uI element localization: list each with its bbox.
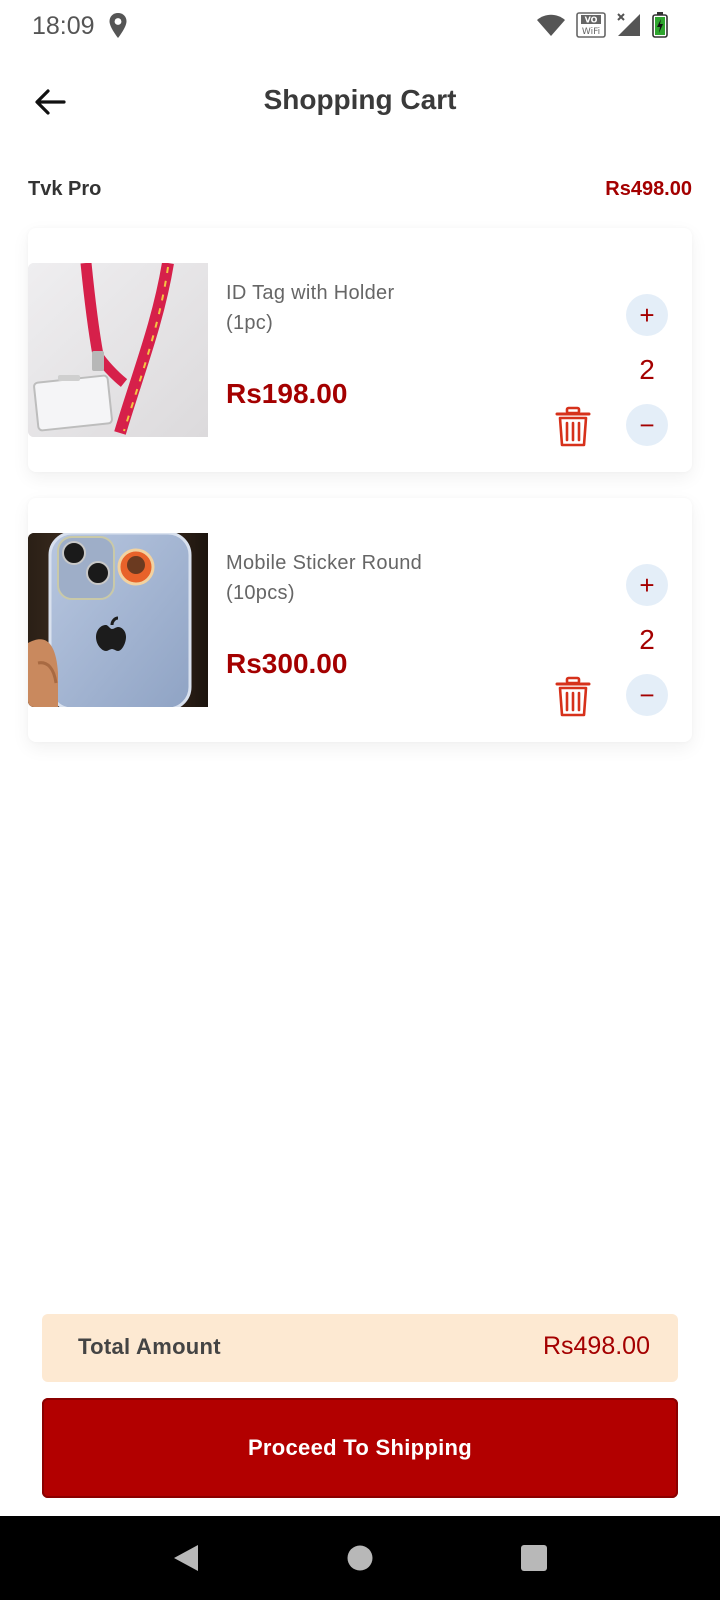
trash-icon <box>555 676 591 717</box>
home-circle-icon <box>347 1545 373 1571</box>
svg-text:VO: VO <box>585 16 598 25</box>
proceed-to-shipping-button[interactable]: Proceed To Shipping <box>42 1398 678 1498</box>
nav-home-button[interactable] <box>338 1536 382 1580</box>
store-name: Tvk Pro <box>28 178 102 200</box>
status-bar: 18:09 VO WiFi <box>0 0 720 52</box>
cart-item: Mobile Sticker Round (10pcs) Rs300.00 + … <box>28 498 692 742</box>
location-icon <box>108 12 128 45</box>
increase-quantity-button[interactable]: + <box>626 564 668 606</box>
delete-button[interactable] <box>554 406 592 448</box>
trash-icon <box>555 406 591 447</box>
quantity-value: 2 <box>639 624 655 655</box>
total-amount-value: Rs498.00 <box>542 1332 650 1360</box>
signal-icon <box>616 12 642 43</box>
increase-quantity-button[interactable]: + <box>626 294 668 336</box>
product-name: Mobile Sticker Round (10pcs) <box>226 552 423 604</box>
system-nav-bar <box>0 1516 720 1600</box>
total-amount-box: Total Amount Rs498.00 <box>42 1314 678 1382</box>
quantity-value: 2 <box>639 354 655 385</box>
cart-item: ID Tag with Holder (1pc) Rs198.00 + 2 − <box>28 228 692 472</box>
app-header: Shopping Cart <box>0 70 720 134</box>
wifi-icon <box>536 13 566 42</box>
battery-icon <box>652 12 668 43</box>
store-row: Tvk Pro Rs498.00 <box>28 178 692 208</box>
store-total: Rs498.00 <box>605 178 692 200</box>
delete-button[interactable] <box>554 676 592 718</box>
vowifi-icon: VO WiFi <box>576 12 606 43</box>
product-image-mobile-sticker[interactable] <box>28 533 208 707</box>
decrease-quantity-button[interactable]: − <box>626 674 668 716</box>
recents-square-icon <box>521 1545 547 1571</box>
product-price: Rs300.00 <box>226 648 348 679</box>
status-time: 18:09 <box>32 12 95 40</box>
decrease-quantity-button[interactable]: − <box>626 404 668 446</box>
back-triangle-icon <box>174 1545 198 1571</box>
total-amount-label: Total Amount <box>78 1334 221 1359</box>
nav-recents-button[interactable] <box>512 1536 556 1580</box>
svg-text:WiFi: WiFi <box>582 27 600 37</box>
product-name: ID Tag with Holder (1pc) <box>226 282 395 334</box>
page-title: Shopping Cart <box>263 84 457 115</box>
product-price: Rs198.00 <box>226 378 348 409</box>
product-image-id-tag[interactable] <box>28 263 208 437</box>
nav-back-button[interactable] <box>164 1536 208 1580</box>
